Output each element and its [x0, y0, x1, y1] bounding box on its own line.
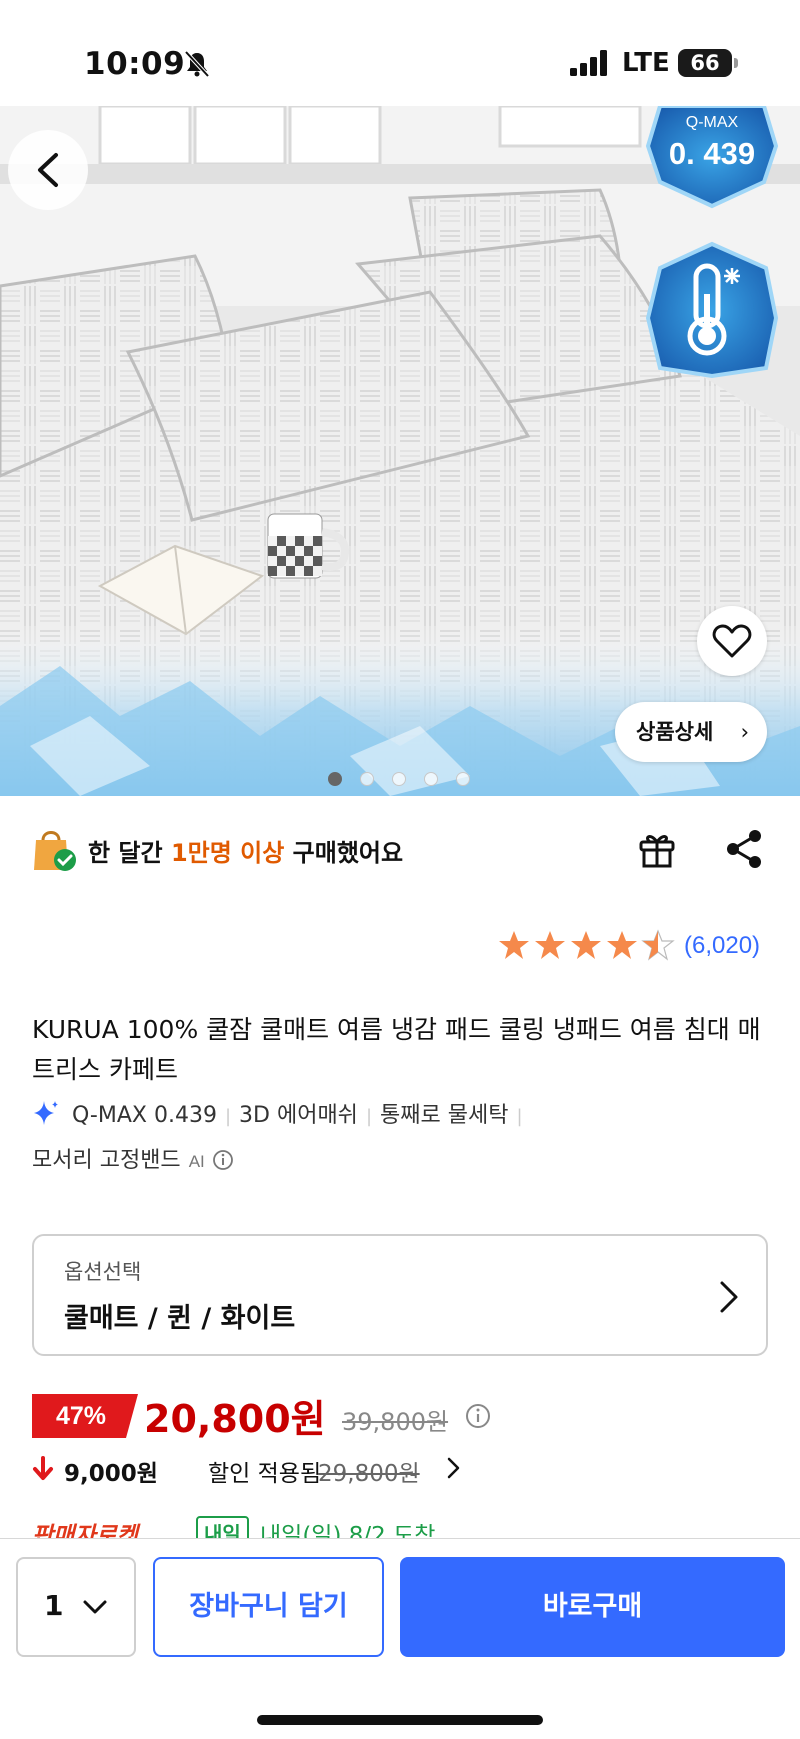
option-label: 옵션선택: [64, 1260, 142, 1284]
seller-rocket-label: 판매자로켓: [32, 1523, 138, 1540]
cell-signal-icon: [570, 50, 607, 76]
quantity-value: 1: [44, 1589, 64, 1622]
purchase-count-text: 한 달간 1만명 이상 구매했어요: [88, 833, 403, 868]
option-select[interactable]: 옵션선택 쿨매트 / 퀸 / 화이트: [32, 1234, 768, 1356]
arrival-date: 내일(일) 8/2 도착: [260, 1523, 436, 1540]
feature-separator: |: [224, 1106, 232, 1127]
feature-item: 3D 에어매쉬: [239, 1103, 358, 1128]
purchase-count-suffix: 구매했어요: [284, 839, 404, 867]
info-icon[interactable]: [212, 1149, 234, 1171]
delivery-tag: 내일: [196, 1516, 249, 1540]
price-row: 47% 20,800원 39,800원: [32, 1388, 772, 1448]
info-icon[interactable]: [464, 1402, 492, 1430]
coupon-amount: 9,000원: [64, 1461, 158, 1487]
back-button[interactable]: [8, 130, 88, 210]
down-arrow-icon: [33, 1456, 53, 1480]
ai-label: AI: [188, 1152, 205, 1171]
buy-now-button[interactable]: 바로구매: [400, 1557, 785, 1657]
favorite-button[interactable]: [697, 606, 767, 676]
product-image-carousel[interactable]: Q-MAX 0. 439 상품상세 ›: [0, 106, 800, 796]
chevron-right-icon: ›: [740, 720, 749, 744]
rating-row[interactable]: (6,020): [498, 928, 778, 968]
add-to-cart-button[interactable]: 장바구니 담기: [153, 1557, 384, 1657]
coupon-discount-row[interactable]: 9,000원 할인 적용됨 29,800원: [32, 1452, 772, 1488]
purchase-count-prefix: 한 달간: [88, 839, 171, 867]
back-arrow-icon: [38, 153, 58, 187]
feature-item: Q-MAX 0.439: [72, 1103, 217, 1128]
qmax-badge-value: 0. 439: [668, 136, 756, 171]
feature-separator: |: [365, 1106, 373, 1127]
chevron-right-icon: [720, 1281, 738, 1313]
purchase-count-highlight: 1만명 이상: [170, 839, 285, 867]
battery-tip: [734, 58, 738, 68]
bottom-action-bar: 1 장바구니 담기 바로구매: [0, 1538, 800, 1739]
status-bar: 10:09 LTE 66: [0, 0, 800, 106]
quantity-select[interactable]: 1: [16, 1557, 136, 1657]
discount-badge: 47%: [32, 1394, 138, 1438]
product-detail-label: 상품상세: [636, 720, 714, 744]
delivery-row: 판매자로켓 내일 내일(일) 8/2 도착: [32, 1516, 772, 1540]
battery-icon: 66: [678, 49, 732, 77]
product-photo: [0, 106, 800, 796]
purchase-count-row: 한 달간 1만명 이상 구매했어요: [32, 826, 772, 872]
feature-item: 모서리 고정밴드: [32, 1148, 181, 1173]
coupon-label: 할인 적용됨: [208, 1461, 322, 1487]
thermometer-icon: [687, 263, 740, 356]
chevron-down-icon: [83, 1600, 107, 1614]
feature-summary: Q-MAX 0.439 | 3D 에어매쉬 | 통째로 물세탁 | 모서리 고정밴드 AI: [32, 1094, 772, 1184]
sparkle-icon: [34, 1101, 58, 1125]
star-rating-icon: [499, 929, 675, 961]
silent-bell-icon: [184, 50, 210, 78]
heart-icon: [712, 624, 752, 658]
shopping-bag-icon: [34, 831, 76, 871]
gift-icon[interactable]: [636, 828, 678, 870]
review-count[interactable]: (6,020): [684, 932, 760, 960]
carousel-dot[interactable]: [360, 772, 374, 786]
feature-item: 통째로 물세탁: [380, 1103, 509, 1128]
carousel-dot[interactable]: [456, 772, 470, 786]
option-value: 쿨매트 / 퀸 / 화이트: [64, 1303, 296, 1334]
original-price: 39,800원: [342, 1408, 449, 1436]
share-icon[interactable]: [724, 828, 764, 870]
sale-price: 20,800원: [144, 1397, 326, 1441]
home-indicator: [257, 1715, 543, 1725]
product-title: KURUA 100% 쿨잠 쿨매트 여름 냉감 패드 쿨링 냉패드 여름 침대 …: [32, 1015, 761, 1084]
network-type: LTE: [622, 48, 670, 78]
discount-rate: 47%: [55, 1402, 107, 1430]
carousel-dot[interactable]: [328, 772, 342, 786]
qmax-badge-label: Q-MAX: [685, 114, 739, 131]
chevron-right-icon: [447, 1457, 460, 1479]
feature-separator: |: [516, 1106, 523, 1127]
qmax-badge: Q-MAX 0. 439: [648, 106, 776, 206]
carousel-dots: [328, 772, 488, 786]
status-time: 10:09: [84, 46, 186, 82]
coupon-applied-price: 29,800원: [318, 1461, 420, 1487]
carousel-dot[interactable]: [392, 772, 406, 786]
product-detail-button[interactable]: 상품상세 ›: [615, 702, 767, 762]
carousel-dot[interactable]: [424, 772, 438, 786]
